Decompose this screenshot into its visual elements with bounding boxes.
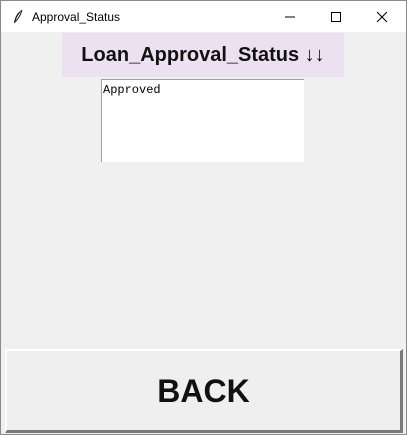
- back-button[interactable]: BACK: [5, 349, 403, 433]
- close-icon: [376, 11, 388, 23]
- approval-status-text[interactable]: Approved: [101, 79, 304, 162]
- app-window: Approval_Status Loan_Approval_Status ↓↓ …: [0, 0, 407, 435]
- close-button[interactable]: [359, 1, 405, 32]
- minimize-icon: [285, 16, 295, 18]
- loan-approval-status-heading: Loan_Approval_Status ↓↓: [62, 33, 344, 77]
- window-title: Approval_Status: [32, 10, 121, 24]
- feather-icon: [12, 9, 24, 25]
- minimize-button[interactable]: [267, 1, 313, 32]
- maximize-button[interactable]: [313, 1, 359, 32]
- maximize-icon: [331, 12, 341, 22]
- title-bar[interactable]: Approval_Status: [1, 1, 406, 32]
